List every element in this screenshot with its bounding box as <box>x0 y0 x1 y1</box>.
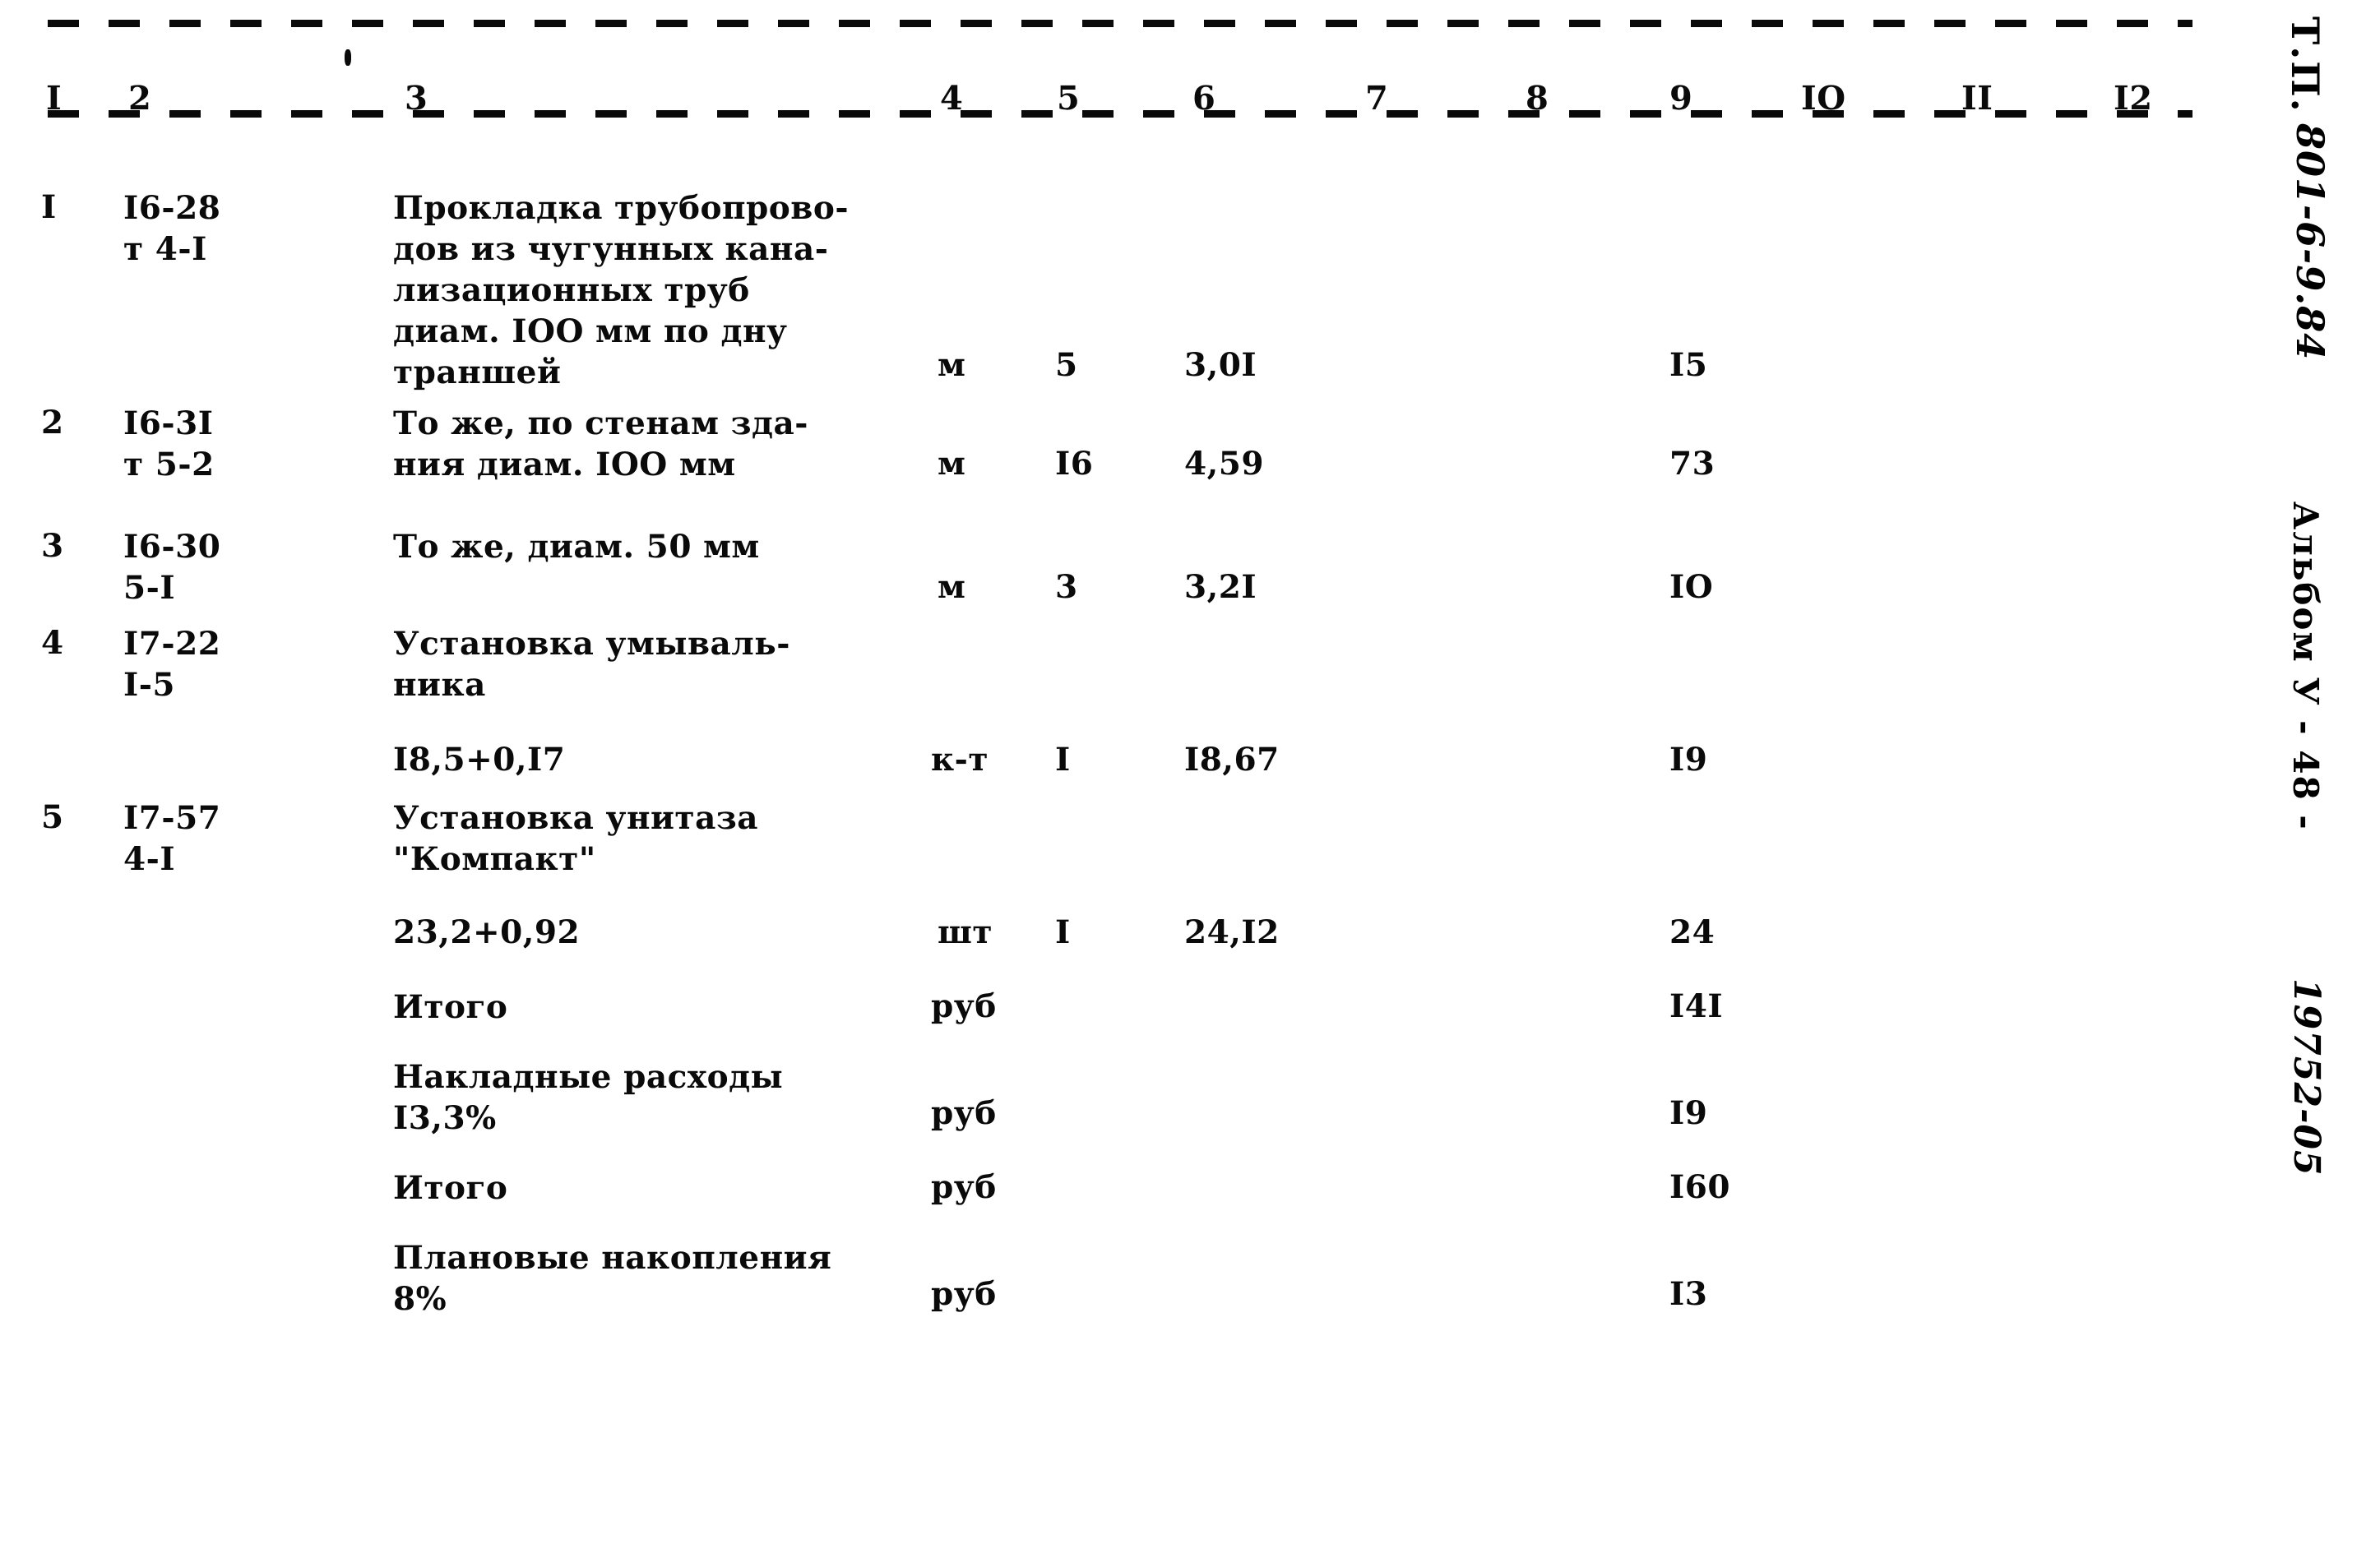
table-row-3-total: IO <box>1669 568 1714 606</box>
table-row-3-description: То же, диам. 50 мм <box>393 528 760 566</box>
table-row-3-price: 3,2I <box>1184 568 1257 606</box>
summary-row-1-label: Итого <box>393 988 508 1026</box>
column-header-9: 9 <box>1669 79 1693 118</box>
table-row-5-description: Установка унитаза "Компакт" <box>393 799 759 878</box>
table-row-5-total: 24 <box>1669 913 1716 951</box>
table-row-1-description: Прокладка трубопрово- дов из чугунных ка… <box>393 189 850 391</box>
table-row-1-price: 3,0I <box>1184 346 1257 384</box>
table-row-4-code: I7-22 I-5 <box>123 625 221 704</box>
margin-type-label: Т.П. <box>2283 16 2327 113</box>
column-header-5: 5 <box>1057 79 1081 118</box>
column-header-10: IO <box>1801 79 1846 118</box>
table-row-1-number: I <box>41 188 57 226</box>
table-row-2-code: I6-3I т 5-2 <box>123 404 215 483</box>
column-header-12: I2 <box>2114 79 2153 118</box>
table-row-2-description: То же, по стенам зда- ния диам. IOO мм <box>393 404 808 483</box>
margin-document-number: 19752-05 <box>2285 978 2327 1176</box>
table-row-1-unit: м <box>938 346 966 384</box>
table-row-2-total: 73 <box>1669 445 1716 483</box>
table-row-4-quantity: I <box>1055 741 1071 779</box>
table-row-5-number: 5 <box>41 798 64 836</box>
summary-row-4-label: Плановые накопления 8% <box>393 1239 832 1318</box>
table-row-2-number: 2 <box>41 404 64 441</box>
summary-row-2-label: Накладные расходы I3,3% <box>393 1058 784 1137</box>
column-header-6: 6 <box>1192 79 1216 118</box>
table-row-4-formula: I8,5+0,I7 <box>393 741 566 779</box>
summary-row-1-unit: руб <box>931 987 997 1025</box>
summary-row-3-label: Итого <box>393 1169 508 1207</box>
table-row-3-quantity: 3 <box>1055 568 1078 606</box>
table-row-3-code: I6-30 5-I <box>123 528 221 607</box>
summary-row-4-unit: руб <box>931 1275 997 1313</box>
column-header-11: II <box>1961 79 1993 118</box>
table-row-1-quantity: 5 <box>1055 346 1078 384</box>
summary-row-2-total: I9 <box>1669 1094 1708 1132</box>
table-row-1-total: I5 <box>1669 346 1708 384</box>
margin-album-label: Альбом У - 48 - <box>2285 501 2326 831</box>
scan-speck <box>345 49 351 66</box>
column-header-4: 4 <box>940 79 964 118</box>
table-row-2-unit: м <box>938 445 966 483</box>
summary-row-2-unit: руб <box>931 1094 997 1132</box>
document-page: I 2 3 4 5 6 7 8 9 IO II I2 I I6-28 т 4-I… <box>0 0 2380 1553</box>
margin-type-code: 801-6-9.84 <box>2288 123 2332 361</box>
table-row-4-number: 4 <box>41 624 64 662</box>
column-header-2: 2 <box>128 79 152 118</box>
summary-row-3-total: I60 <box>1669 1168 1731 1206</box>
table-row-5-quantity: I <box>1055 913 1071 951</box>
column-header-3: 3 <box>405 79 428 118</box>
table-row-4-unit: к-т <box>931 741 989 779</box>
table-row-3-unit: м <box>938 568 966 606</box>
table-row-4-total: I9 <box>1669 741 1708 779</box>
table-top-dashed-rule <box>48 20 2192 27</box>
table-row-3-number: 3 <box>41 527 64 565</box>
table-row-4-description: Установка умываль- ника <box>393 625 790 704</box>
column-header-1: I <box>46 79 63 118</box>
summary-row-1-total: I4I <box>1669 987 1724 1025</box>
table-row-1-code: I6-28 т 4-I <box>123 189 221 268</box>
table-row-2-price: 4,59 <box>1184 445 1264 483</box>
table-header-dashed-rule <box>48 110 2192 118</box>
column-header-7: 7 <box>1365 79 1389 118</box>
table-row-2-quantity: I6 <box>1055 445 1094 483</box>
summary-row-3-unit: руб <box>931 1168 997 1206</box>
column-header-8: 8 <box>1526 79 1549 118</box>
table-row-5-code: I7-57 4-I <box>123 799 221 878</box>
table-row-4-price: I8,67 <box>1184 741 1280 779</box>
table-row-5-formula: 23,2+0,92 <box>393 913 581 951</box>
table-row-5-unit: шт <box>938 913 993 951</box>
summary-row-4-total: I3 <box>1669 1275 1708 1313</box>
table-row-5-price: 24,I2 <box>1184 913 1280 951</box>
